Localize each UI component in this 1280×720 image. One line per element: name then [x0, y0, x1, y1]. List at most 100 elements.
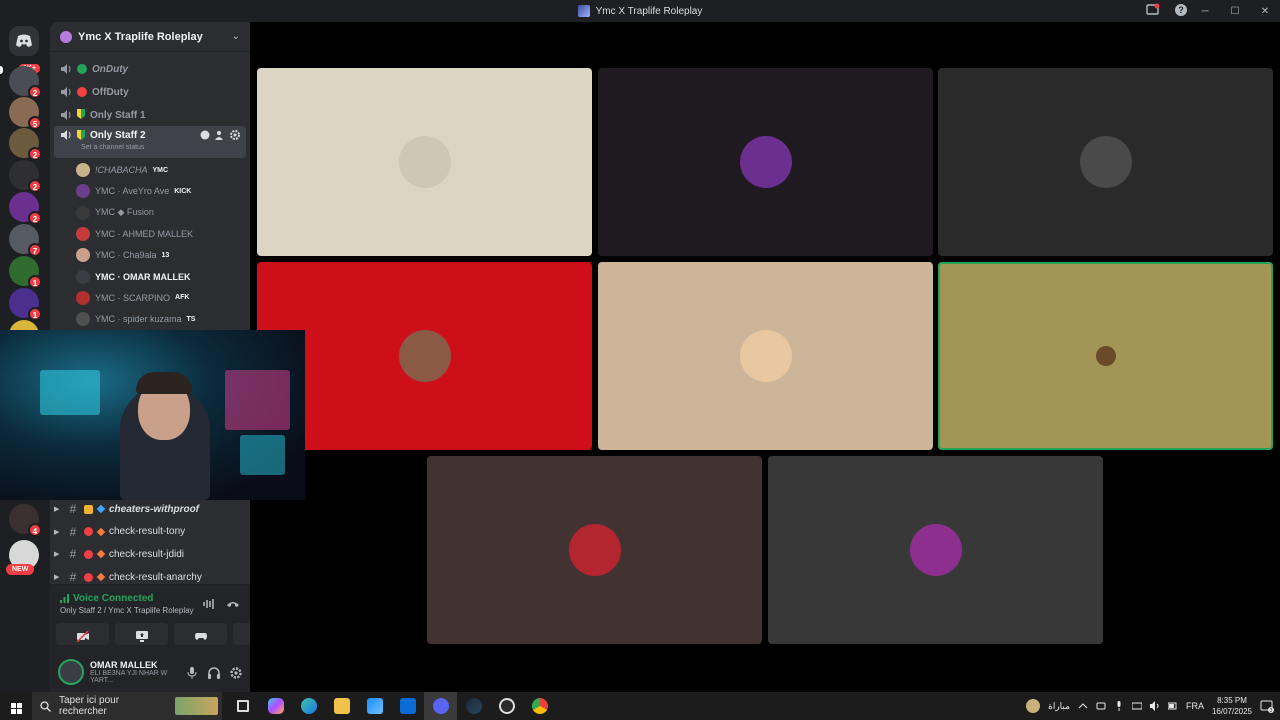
mention-badge: 2 — [28, 179, 42, 193]
participant-avatar — [398, 136, 451, 188]
svg-text:?: ? — [1178, 5, 1184, 15]
voice-member[interactable]: YMC · OMAR MALLEK — [76, 268, 246, 286]
member-name: YMC · AHMED MALLEK — [95, 228, 194, 239]
folder-icon — [333, 698, 350, 714]
participant-tile[interactable] — [598, 262, 933, 450]
store-button[interactable] — [358, 692, 391, 720]
voice-member[interactable]: YMC ◆ Fusion — [76, 204, 246, 222]
participant-tile[interactable] — [427, 456, 762, 644]
language-indicator[interactable]: FRA — [1186, 701, 1204, 711]
file-explorer-button[interactable] — [325, 692, 358, 720]
voice-status[interactable]: Voice Connected — [60, 593, 153, 604]
participant-avatar — [1079, 136, 1132, 188]
discord-taskbar-button[interactable] — [424, 692, 457, 720]
help-icon[interactable]: ? — [1174, 3, 1188, 17]
voice-member[interactable]: YMC · Cha9ala 13 — [76, 246, 246, 264]
direct-messages-button[interactable] — [9, 26, 39, 56]
voice-member[interactable]: YMC · spider kuzama TS — [76, 310, 246, 328]
channel-status[interactable]: Set a channel status — [81, 144, 144, 151]
server-header[interactable]: Ymc X Traplife Roleplay ⌄ — [50, 22, 250, 52]
chevron-up-icon[interactable] — [1078, 701, 1088, 711]
participant-tile[interactable] — [938, 68, 1273, 256]
taskbar-search[interactable]: Taper ici pour rechercher — [32, 692, 222, 720]
chevron-right-icon[interactable]: ▶ — [54, 505, 62, 513]
start-button[interactable] — [0, 692, 32, 720]
server-icon-3[interactable]: 2 — [9, 128, 42, 161]
network-icon[interactable] — [1131, 701, 1143, 711]
no-entry-icon — [84, 527, 93, 537]
speaker-icon — [60, 64, 72, 74]
user-settings-icon[interactable] — [230, 666, 242, 679]
microphone-icon[interactable] — [186, 666, 198, 679]
weather-icon[interactable] — [1026, 699, 1041, 713]
invite-icon[interactable] — [215, 130, 225, 140]
voice-member[interactable]: YMC · SCARPINO AFK — [76, 289, 246, 307]
chrome-icon — [531, 698, 548, 714]
voice-member[interactable]: YMC · AHMED MALLEK — [76, 225, 246, 243]
participant-tile[interactable] — [257, 68, 592, 256]
obs-button[interactable] — [490, 692, 523, 720]
disconnect-icon[interactable] — [226, 597, 240, 609]
text-channel-check-result-tony[interactable]: ▶ # check-result-tony — [54, 522, 246, 542]
server-icon-7[interactable]: 1 — [9, 256, 42, 289]
server-icon-5[interactable]: 2 — [9, 192, 42, 225]
voice-channel-onduty[interactable]: OnDuty — [54, 58, 246, 80]
voice-channel-offduty[interactable]: OffDuty — [54, 81, 246, 103]
chrome-button[interactable] — [523, 692, 556, 720]
participant-tile[interactable] — [768, 456, 1103, 644]
activities-button[interactable] — [174, 623, 227, 645]
chat-icon[interactable] — [200, 130, 210, 140]
noise-suppression-icon[interactable] — [202, 597, 216, 609]
participant-tile[interactable] — [257, 262, 592, 450]
outlook-button[interactable] — [391, 692, 424, 720]
chevron-right-icon[interactable]: ▶ — [54, 528, 62, 536]
text-channel-check-result-jdidi[interactable]: ▶ # check-result-jdidi — [54, 544, 246, 564]
participant-tile[interactable] — [598, 68, 933, 256]
windows-icon — [10, 701, 22, 714]
mention-badge: 7 — [28, 243, 42, 257]
battery-icon[interactable] — [1167, 701, 1178, 711]
server-icon-4[interactable]: 2 — [9, 160, 42, 193]
chevron-right-icon[interactable]: ▶ — [54, 573, 62, 581]
minimize-button[interactable]: ─ — [1190, 6, 1220, 17]
server-icon-lower-1[interactable]: 4 — [9, 504, 42, 537]
clock[interactable]: 8:35 PM 16/07/2025 — [1212, 695, 1252, 717]
edge-button[interactable] — [292, 692, 325, 720]
task-view-button[interactable] — [226, 692, 259, 720]
avatar[interactable] — [58, 659, 84, 685]
steam-button[interactable] — [457, 692, 490, 720]
member-tag: TS — [186, 315, 196, 323]
chevron-right-icon[interactable]: ▶ — [54, 550, 62, 558]
camera-off-button[interactable] — [56, 623, 109, 645]
red-circle-icon — [77, 87, 87, 97]
camera-icon[interactable] — [1096, 701, 1106, 711]
volume-icon[interactable] — [1149, 701, 1160, 711]
close-button[interactable]: ✕ — [1250, 6, 1280, 17]
no-entry-icon — [84, 549, 93, 559]
copilot-button[interactable] — [259, 692, 292, 720]
speaker-icon — [60, 87, 72, 97]
beginner-icon — [77, 108, 85, 122]
participant-tile[interactable] — [938, 262, 1273, 450]
voice-channel-only-staff-2[interactable]: Only Staff 2 Set a channel status — [54, 126, 246, 158]
screen-share-button[interactable] — [115, 623, 168, 645]
microphone-icon[interactable] — [1114, 701, 1124, 711]
inbox-icon[interactable] — [1146, 3, 1160, 17]
maximize-button[interactable]: ☐ — [1220, 6, 1250, 17]
server-icon-8[interactable]: 1 — [9, 288, 42, 321]
hash-icon: # — [69, 547, 77, 562]
avatar — [76, 290, 90, 305]
chevron-down-icon[interactable]: ⌄ — [232, 31, 240, 42]
text-channel-cheaters-withproof[interactable]: ▶ # cheaters-withproof — [54, 499, 246, 519]
voice-channel-only-staff-1[interactable]: Only Staff 1 — [54, 104, 246, 126]
voice-member[interactable]: YMC · AveYro Ave KICK — [76, 182, 246, 200]
server-icon-6[interactable]: 7 — [9, 224, 42, 257]
notifications-icon[interactable]: 3 — [1260, 699, 1274, 714]
voice-member[interactable]: !CHABACHA YMC — [76, 161, 246, 179]
clock-time: 8:35 PM — [1217, 696, 1247, 705]
server-icon-1[interactable]: 2 — [9, 66, 42, 99]
headphones-icon[interactable] — [208, 666, 220, 679]
server-icon-2[interactable]: 5 — [9, 97, 42, 130]
gear-icon[interactable] — [230, 130, 240, 140]
weather-text[interactable]: مباراة — [1048, 701, 1070, 712]
